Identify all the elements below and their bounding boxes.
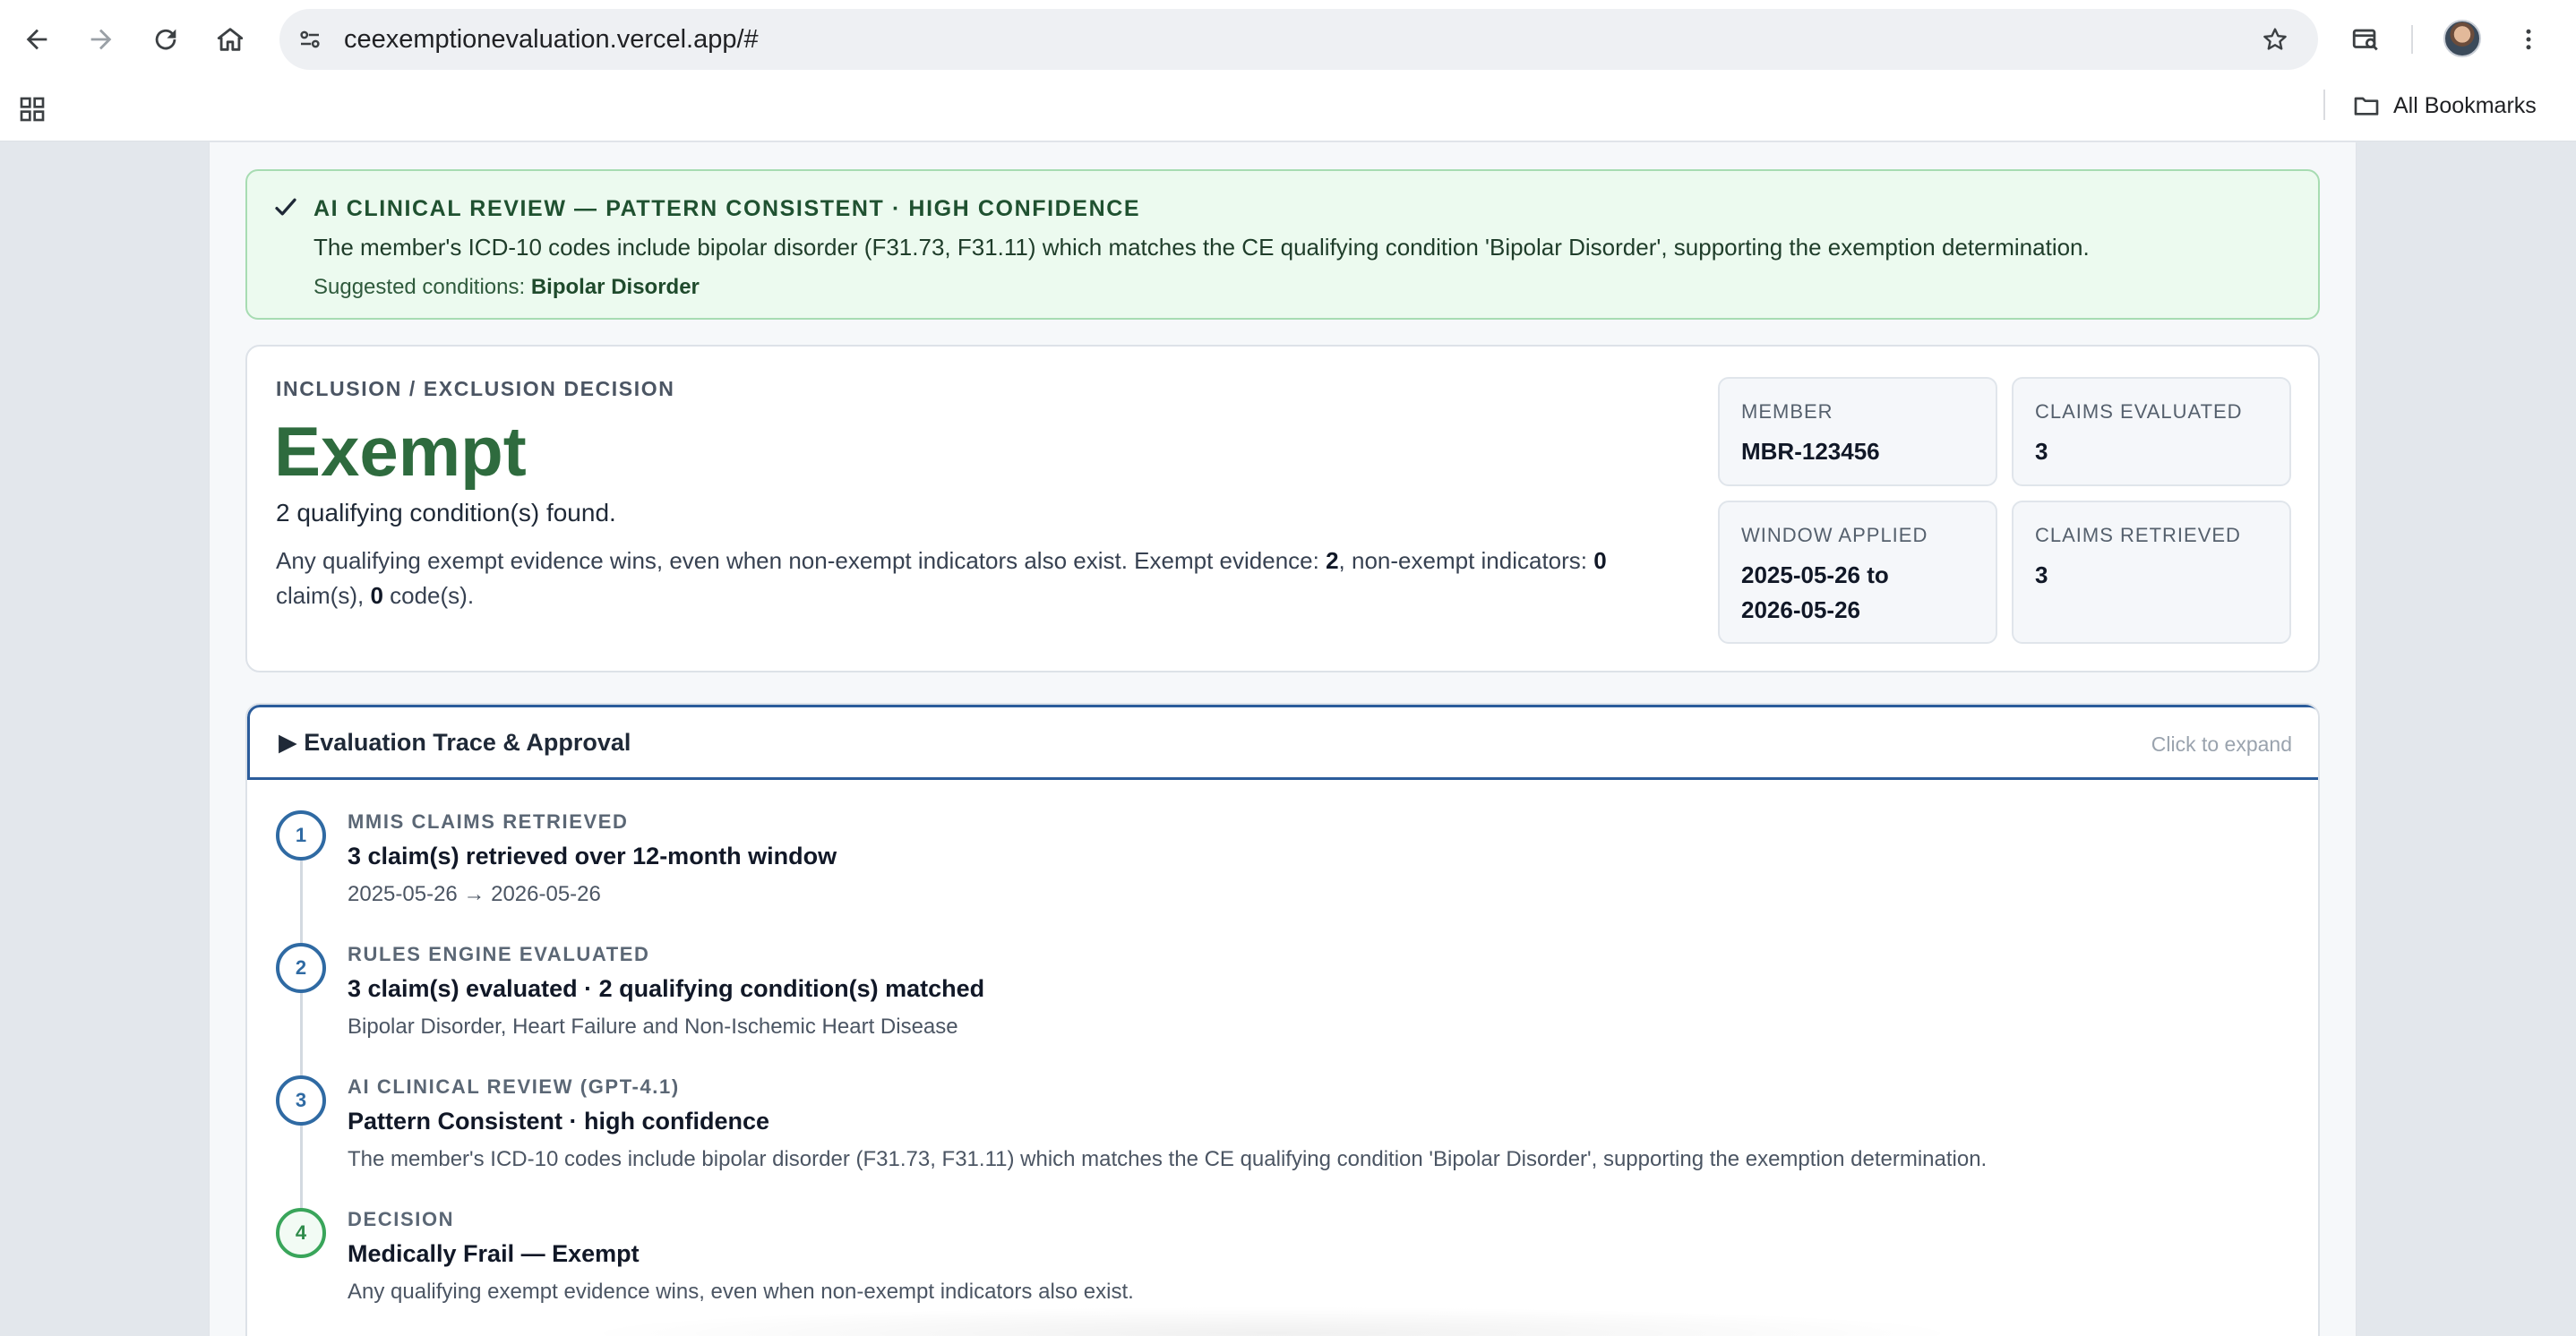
site-settings-icon[interactable] — [292, 21, 328, 57]
step-headline: Pattern Consistent · high confidence — [348, 1108, 770, 1135]
stat-claims-evaluated: CLAIMS EVALUATED 3 — [2012, 377, 2291, 486]
step-number: 4 — [276, 1208, 326, 1258]
decision-verdict: Exempt — [274, 412, 527, 491]
explain-suffix: code(s). — [382, 582, 475, 609]
step-headline: Medically Frail — Exempt — [348, 1240, 640, 1267]
toolbar-divider — [2411, 25, 2413, 54]
step-headline: 3 claim(s) retrieved over 12-month windo… — [348, 843, 837, 869]
evaluation-trace-panel: ▶ Evaluation Trace & Approval Click to e… — [245, 703, 2320, 1336]
stat-claims-retrieved-label: CLAIMS RETRIEVED — [2035, 524, 2241, 546]
explain-claims: claim(s), — [276, 582, 371, 609]
all-bookmarks-button[interactable]: All Bookmarks — [2352, 88, 2537, 124]
bottom-shadow — [573, 1306, 1971, 1336]
step-headline: 3 claim(s) evaluated · 2 qualifying cond… — [348, 975, 985, 1002]
step-label: MMIS CLAIMS RETRIEVED — [348, 810, 629, 833]
stat-window-applied-label: WINDOW APPLIED — [1741, 524, 1928, 546]
bookmarks-bar: All Bookmarks — [0, 79, 2576, 141]
stat-member-value: MBR-123456 — [1741, 438, 1880, 465]
decision-card: INCLUSION / EXCLUSION DECISION Exempt 2 … — [245, 345, 2320, 672]
exempt-evidence-count: 2 — [1326, 547, 1339, 574]
tab-search-icon[interactable] — [2343, 17, 2388, 62]
suggested-conditions-value: Bipolar Disorder — [530, 275, 700, 299]
suggested-conditions: Suggested conditions: Bipolar Disorder — [313, 275, 700, 300]
back-icon[interactable] — [14, 17, 59, 62]
address-bar[interactable]: ceexemptionevaluation.vercel.app/# — [279, 9, 2318, 70]
reload-icon[interactable] — [143, 17, 188, 62]
apps-grid-icon[interactable] — [14, 91, 50, 127]
ai-review-body: The member's ICD-10 codes include bipola… — [313, 234, 2090, 261]
stat-member-label: MEMBER — [1741, 400, 1833, 423]
home-icon[interactable] — [208, 17, 253, 62]
trace-step-1: 1 MMIS CLAIMS RETRIEVED 3 claim(s) retri… — [276, 810, 2282, 936]
explain-prefix: Any qualifying exempt evidence wins, eve… — [276, 547, 1327, 574]
page-viewport: AI CLINICAL REVIEW — PATTERN CONSISTENT … — [0, 142, 2576, 1336]
profile-avatar[interactable] — [2443, 20, 2481, 57]
forward-icon[interactable] — [79, 17, 124, 62]
all-bookmarks-label: All Bookmarks — [2393, 92, 2537, 118]
ai-review-banner: AI CLINICAL REVIEW — PATTERN CONSISTENT … — [245, 169, 2320, 320]
url-text[interactable]: ceexemptionevaluation.vercel.app/# — [344, 9, 759, 70]
step-label: DECISION — [348, 1208, 455, 1230]
ai-review-title: AI CLINICAL REVIEW — PATTERN CONSISTENT … — [313, 196, 1141, 221]
page-content: AI CLINICAL REVIEW — PATTERN CONSISTENT … — [209, 142, 2357, 1336]
stat-claims-retrieved: CLAIMS RETRIEVED 3 — [2012, 501, 2291, 644]
stat-claims-evaluated-label: CLAIMS EVALUATED — [2035, 400, 2243, 423]
stat-window-applied-value: 2025-05-26 to 2026-05-26 — [1741, 558, 1889, 628]
more-icon[interactable] — [2506, 17, 2551, 62]
stat-window-end: 2026-05-26 — [1741, 596, 1860, 623]
step-detail: Bipolar Disorder, Heart Failure and Non-… — [348, 1015, 958, 1039]
explain-mid: , non-exempt indicators: — [1338, 547, 1594, 574]
stat-claims-retrieved-value: 3 — [2035, 561, 2048, 588]
bookmarks-divider — [2323, 90, 2325, 120]
step-number: 2 — [276, 943, 326, 993]
evaluation-trace-toggle[interactable]: ▶ Evaluation Trace & Approval Click to e… — [247, 705, 2318, 780]
evaluation-trace-label: Evaluation Trace & Approval — [304, 729, 631, 756]
expand-triangle-icon: ▶ — [279, 729, 297, 756]
non-exempt-codes-count: 0 — [370, 582, 383, 609]
trace-step-2: 2 RULES ENGINE EVALUATED 3 claim(s) eval… — [276, 943, 2282, 1068]
stat-claims-evaluated-value: 3 — [2035, 438, 2048, 465]
browser-toolbar: ceexemptionevaluation.vercel.app/# — [0, 0, 2576, 79]
step-label: AI CLINICAL REVIEW (GPT-4.1) — [348, 1075, 680, 1098]
step-number: 3 — [276, 1075, 326, 1126]
suggested-conditions-label: Suggested conditions: — [313, 275, 526, 299]
check-icon — [275, 198, 296, 216]
step-number: 1 — [276, 810, 326, 861]
stat-window-applied: WINDOW APPLIED 2025-05-26 to 2026-05-26 — [1718, 501, 1997, 644]
trace-step-3: 3 AI CLINICAL REVIEW (GPT-4.1) Pattern C… — [276, 1075, 2282, 1201]
step-detail: Any qualifying exempt evidence wins, eve… — [348, 1280, 1134, 1304]
click-to-expand-hint: Click to expand — [2151, 732, 2292, 756]
decision-eyebrow: INCLUSION / EXCLUSION DECISION — [276, 377, 675, 400]
star-icon[interactable] — [2257, 21, 2293, 57]
qualifying-count: 2 qualifying condition(s) found. — [276, 499, 616, 527]
evaluation-trace-title: ▶ Evaluation Trace & Approval — [279, 729, 631, 757]
step-label: RULES ENGINE EVALUATED — [348, 943, 650, 965]
step-detail: The member's ICD-10 codes include bipola… — [348, 1147, 1988, 1171]
decision-explanation: Any qualifying exempt evidence wins, eve… — [276, 544, 1673, 613]
non-exempt-claims-count: 0 — [1593, 547, 1607, 574]
folder-icon — [2354, 97, 2379, 116]
stat-member: MEMBER MBR-123456 — [1718, 377, 1997, 486]
step-detail: 2025-05-26 → 2026-05-26 — [348, 882, 601, 906]
stat-window-start: 2025-05-26 to — [1741, 561, 1889, 588]
